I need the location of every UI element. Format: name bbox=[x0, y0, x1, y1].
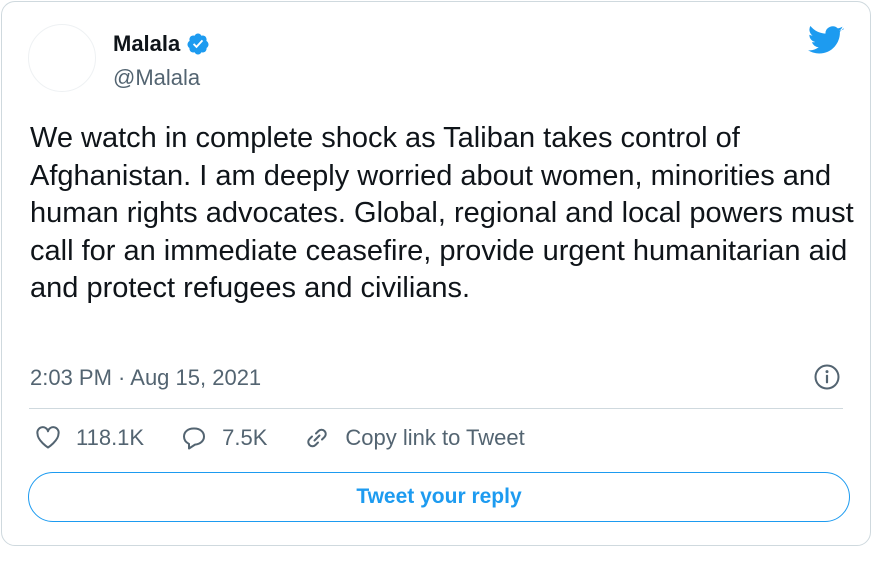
copy-link-label: Copy link to Tweet bbox=[345, 425, 525, 450]
like-action[interactable]: 118.1K bbox=[34, 424, 144, 452]
heart-icon[interactable] bbox=[34, 424, 62, 452]
reply-action[interactable]: 7.5K bbox=[180, 424, 267, 452]
twitter-bird-icon[interactable] bbox=[808, 26, 844, 56]
copy-link-action[interactable]: Copy link to Tweet bbox=[303, 424, 525, 452]
author-name-row[interactable]: Malala bbox=[113, 31, 210, 57]
verified-badge-icon bbox=[187, 33, 209, 55]
link-icon[interactable] bbox=[303, 424, 331, 452]
like-count: 118.1K bbox=[76, 425, 145, 450]
reply-count: 7.5K bbox=[222, 425, 268, 450]
avatar[interactable] bbox=[28, 24, 96, 92]
speech-bubble-icon[interactable] bbox=[180, 424, 208, 452]
action-bar: 118.1K 7.5K Copy link to Tweet bbox=[34, 424, 561, 452]
divider bbox=[29, 408, 843, 409]
tweet-timestamp[interactable]: 2:03 PM · Aug 15, 2021 bbox=[30, 365, 261, 391]
tweet-card: Malala @Malala We watch in complete shoc… bbox=[1, 1, 871, 546]
tweet-your-reply-button[interactable]: Tweet your reply bbox=[28, 472, 850, 522]
tweet-text: We watch in complete shock as Taliban ta… bbox=[30, 122, 854, 304]
author-handle[interactable]: @Malala bbox=[113, 65, 200, 91]
author-display-name[interactable]: Malala bbox=[113, 31, 180, 57]
info-icon[interactable] bbox=[813, 363, 841, 391]
